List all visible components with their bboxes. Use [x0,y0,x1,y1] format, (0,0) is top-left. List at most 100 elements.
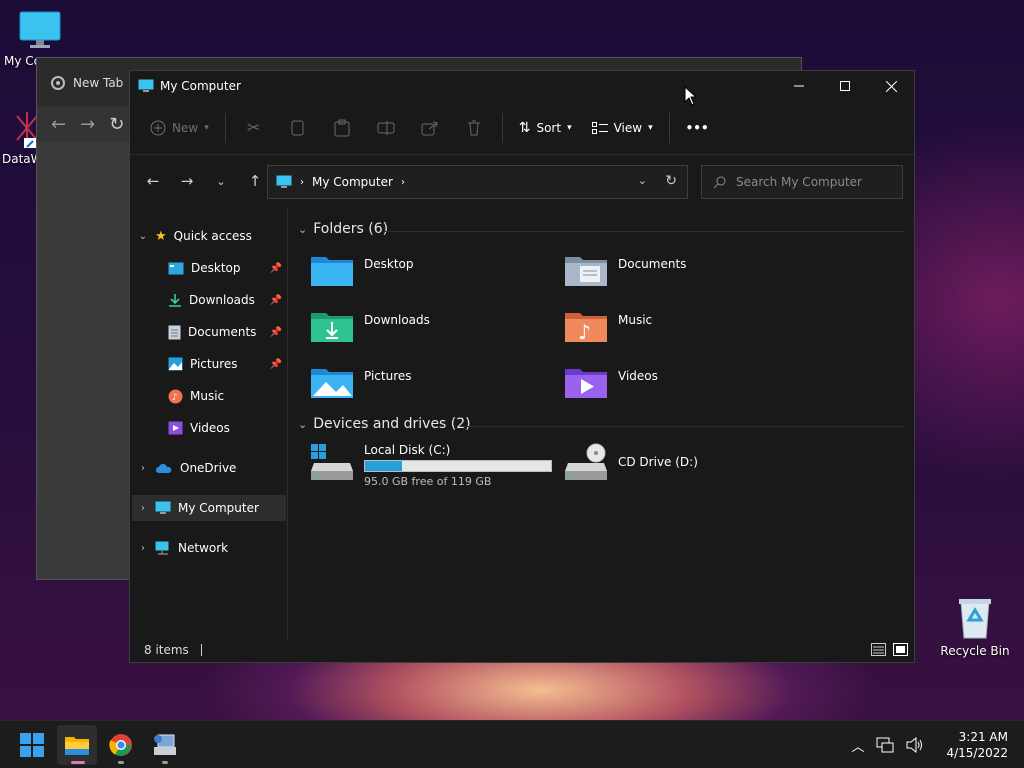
maximize-button[interactable] [822,71,868,101]
chevron-up-icon[interactable]: ︿ [851,736,864,755]
more-options-button[interactable]: ••• [676,112,719,144]
pin-icon: 📌 [269,262,282,274]
folder-tile-music[interactable]: ♪ Music [564,309,652,343]
sidebar-item-documents[interactable]: Documents 📌 [168,319,286,345]
network-status-icon[interactable] [876,737,894,753]
sidebar-item-music[interactable]: ♪ Music [168,383,286,409]
desktop-icon-datawrapper[interactable]: DataW [2,108,43,166]
clock[interactable]: 3:21 AM 4/15/2022 [946,729,1008,761]
breadcrumb-my-computer[interactable]: My Computer [312,175,393,189]
desktop-icon-label: Recycle Bin [940,644,1010,658]
drive-tile-local-disk-c[interactable]: Local Disk (C:) 95.0 GB free of 119 GB [310,443,552,488]
sidebar-item-onedrive[interactable]: › OneDrive [138,455,286,481]
folder-label: Pictures [364,369,412,383]
chevron-right-icon[interactable]: › [138,543,148,554]
active-app-indicator [71,761,85,764]
sidebar-item-my-computer[interactable]: › My Computer [132,495,286,521]
search-box[interactable]: Search My Computer [701,165,903,199]
view-label: View [613,120,643,135]
file-explorer-icon [65,737,89,755]
arrow-left-icon: ← [146,172,160,190]
forward-button[interactable]: → [170,172,204,190]
chevron-right-icon[interactable]: › [138,463,148,474]
star-icon: ★ [155,228,167,244]
start-button[interactable] [12,725,52,765]
back-icon[interactable]: ← [51,114,66,135]
running-app-indicator [162,761,168,764]
more-label: ••• [685,120,709,135]
address-dropdown-icon[interactable]: ⌄ [638,174,647,187]
monitor-icon [138,79,154,92]
new-button[interactable]: New ▾ [150,112,219,144]
toolbar-separator [501,112,503,143]
details-view-button[interactable] [871,643,886,659]
sidebar-item-downloads[interactable]: Downloads 📌 [168,287,286,313]
group-divider [464,426,904,427]
drive-capacity-bar [364,460,552,472]
folders-group-header[interactable]: ⌄ Folders (6) [298,221,388,237]
sidebar-item-videos[interactable]: Videos [168,415,286,441]
copy-button[interactable] [286,116,310,140]
chrome-icon [109,734,132,756]
taskbar-file-explorer[interactable] [57,725,97,765]
sidebar-item-quick-access[interactable]: ⌄ ★ Quick access [138,223,286,249]
content-pane: ⌄ Folders (6) Desktop Documents Download… [292,207,914,639]
chevron-right-icon[interactable]: › [138,503,148,514]
hard-drive-icon [311,444,353,480]
sidebar-item-label: Videos [190,421,230,435]
taskbar-chrome[interactable] [101,725,141,765]
sort-button[interactable]: ⇅ Sort ▾ [509,112,582,144]
sidebar-item-network[interactable]: › Network [138,535,286,561]
sidebar-item-label: Quick access [173,229,252,243]
folder-tile-videos[interactable]: Videos [564,365,658,399]
sort-icon: ⇅ [518,119,531,136]
back-button[interactable]: ← [136,172,170,190]
share-button[interactable] [418,116,442,140]
forward-icon[interactable]: → [80,114,95,135]
paste-button[interactable] [330,116,354,140]
view-button[interactable]: View ▾ [582,112,663,144]
folder-label: Music [618,313,653,327]
group-title: Devices and drives (2) [313,416,471,432]
taskbar-remote-app[interactable] [145,725,185,765]
sidebar-item-desktop[interactable]: Desktop 📌 [168,255,286,281]
address-bar[interactable]: › My Computer › ⌄ ↻ [267,165,688,199]
minimize-button[interactable] [776,71,822,101]
sidebar-item-label: OneDrive [180,461,237,475]
delete-button[interactable] [462,116,486,140]
chevron-down-icon[interactable]: ⌄ [138,231,148,242]
arrow-up-icon: ↑ [248,172,262,190]
search-icon [714,176,726,188]
folder-tile-downloads[interactable]: Downloads [310,309,430,343]
speaker-icon[interactable] [906,737,924,753]
network-computer-icon [154,734,176,755]
folder-tile-documents[interactable]: Documents [564,253,686,287]
chevron-down-icon: ▾ [567,122,572,133]
command-bar: New ▾ ✂ ⇅ Sort ▾ View ▾ ••• [130,101,914,155]
pin-icon: 📌 [269,294,282,306]
refresh-icon[interactable]: ↻ [665,173,677,189]
folder-tile-pictures[interactable]: Pictures [310,365,412,399]
sort-label: Sort [536,120,562,135]
running-app-indicator [118,761,124,764]
cut-button[interactable]: ✂ [242,116,266,140]
folder-tile-desktop[interactable]: Desktop [310,253,414,287]
network-icon [155,541,169,555]
sidebar-item-pictures[interactable]: Pictures 📌 [168,351,286,377]
browser-tab[interactable]: New Tab [51,70,141,96]
title-bar[interactable]: My Computer [130,71,914,101]
tiles-view-button[interactable] [893,643,908,659]
reload-icon[interactable]: ↻ [109,114,124,135]
tiles-view-icon [893,643,908,656]
file-explorer-window[interactable]: My Computer New ▾ ✂ ⇅ Sort ▾ View ▾ ••• … [129,70,915,663]
recent-locations-button[interactable]: ⌄ [204,175,238,188]
drive-tile-cd-drive-d[interactable]: CD Drive (D:) [564,443,698,481]
trash-icon [467,120,480,135]
rename-button[interactable] [374,116,398,140]
search-input[interactable]: Search My Computer [736,175,862,189]
breadcrumb-separator-icon: › [300,176,304,188]
close-button[interactable] [868,71,914,101]
svg-text:♪: ♪ [172,393,178,403]
drives-group-header[interactable]: ⌄ Devices and drives (2) [298,416,471,432]
desktop-icon-recycle-bin[interactable]: Recycle Bin [940,596,1010,658]
